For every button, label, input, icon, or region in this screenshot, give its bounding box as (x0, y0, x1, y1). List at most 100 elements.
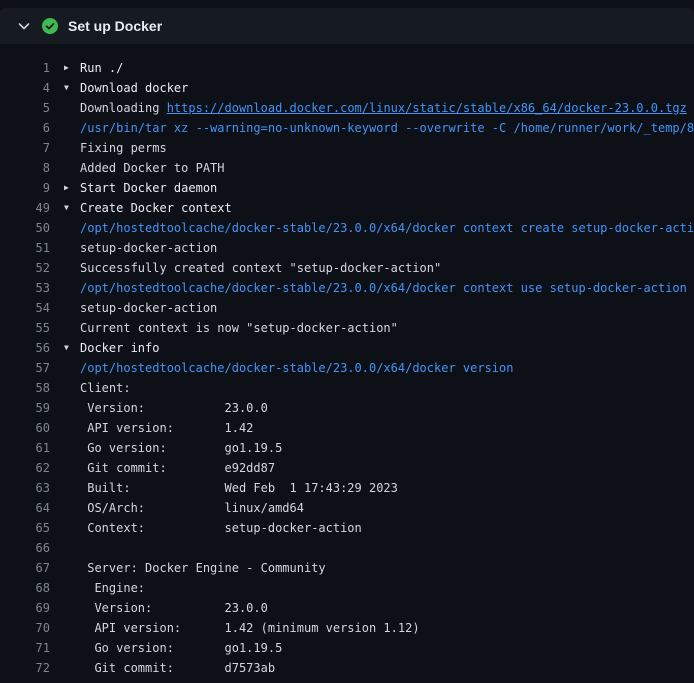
line-number[interactable]: 66 (0, 538, 50, 558)
log-plain-text: Create Docker context (80, 201, 232, 215)
log-text (80, 538, 694, 558)
log-line: 50/opt/hostedtoolcache/docker-stable/23.… (0, 218, 694, 238)
log-line: 55Current context is now "setup-docker-a… (0, 318, 694, 338)
log-plain-text: Go version: go1.19.5 (80, 641, 282, 655)
log-line: 53/opt/hostedtoolcache/docker-stable/23.… (0, 278, 694, 298)
arrow-slot (64, 118, 80, 138)
step-header[interactable]: Set up Docker (0, 8, 694, 44)
arrow-slot (64, 238, 80, 258)
log-text: setup-docker-action (80, 298, 694, 318)
log-line: 65 Context: setup-docker-action (0, 518, 694, 538)
log-plain-text: Added Docker to PATH (80, 161, 225, 175)
expand-arrow-icon[interactable]: ▶ (64, 178, 80, 198)
line-number[interactable]: 59 (0, 398, 50, 418)
log-text: Version: 23.0.0 (80, 598, 694, 618)
log-text: Git commit: e92dd87 (80, 458, 694, 478)
line-number[interactable]: 55 (0, 318, 50, 338)
log-plain-text: Client: (80, 381, 131, 395)
log-plain-text: Built: Wed Feb 1 17:43:29 2023 (80, 481, 398, 495)
line-number[interactable]: 61 (0, 438, 50, 458)
arrow-slot (64, 638, 80, 658)
line-number[interactable]: 62 (0, 458, 50, 478)
log-line: 63 Built: Wed Feb 1 17:43:29 2023 (0, 478, 694, 498)
log-line: 60 API version: 1.42 (0, 418, 694, 438)
log-line: 1▶Run ./ (0, 58, 694, 78)
arrow-slot (64, 158, 80, 178)
actions-log-panel: Set up Docker 1▶Run ./4▼Download docker5… (0, 0, 694, 683)
log-line: 8 Added Docker to PATH (0, 158, 694, 178)
arrow-slot (64, 258, 80, 278)
arrow-slot (64, 598, 80, 618)
log-viewer[interactable]: 1▶Run ./4▼Download docker5Downloading ht… (0, 44, 694, 678)
log-line: 70 API version: 1.42 (minimum version 1.… (0, 618, 694, 638)
line-number[interactable]: 72 (0, 658, 50, 678)
log-line: 49 ▼Create Docker context (0, 198, 694, 218)
log-line: 56 ▼Docker info (0, 338, 694, 358)
line-number[interactable]: 57 (0, 358, 50, 378)
log-link[interactable]: https://download.docker.com/linux/static… (167, 101, 687, 115)
line-number[interactable]: 7 (0, 138, 50, 158)
line-number[interactable]: 6 (0, 118, 50, 138)
line-number[interactable]: 60 (0, 418, 50, 438)
line-number[interactable]: 69 (0, 598, 50, 618)
log-text: Engine: (80, 578, 694, 598)
log-line: 62 Git commit: e92dd87 (0, 458, 694, 478)
arrow-slot (64, 298, 80, 318)
log-line: 64 OS/Arch: linux/amd64 (0, 498, 694, 518)
log-command-text: /usr/bin/tar xz --warning=no-unknown-key… (80, 121, 694, 135)
log-plain-text: Go version: go1.19.5 (80, 441, 282, 455)
line-number[interactable]: 65 (0, 518, 50, 538)
log-line: 6/usr/bin/tar xz --warning=no-unknown-ke… (0, 118, 694, 138)
arrow-slot (64, 538, 80, 558)
line-number[interactable]: 54 (0, 298, 50, 318)
line-number[interactable]: 52 (0, 258, 50, 278)
log-line: 72 Git commit: d7573ab (0, 658, 694, 678)
collapse-arrow-icon[interactable]: ▼ (64, 338, 80, 358)
line-number[interactable]: 71 (0, 638, 50, 658)
log-text: Docker info (80, 338, 694, 358)
log-plain-text: Download docker (80, 81, 188, 95)
log-plain-text: API version: 1.42 (80, 421, 253, 435)
collapse-arrow-icon[interactable]: ▼ (64, 198, 80, 218)
line-number[interactable]: 67 (0, 558, 50, 578)
log-text: Successfully created context "setup-dock… (80, 258, 694, 278)
line-number[interactable]: 68 (0, 578, 50, 598)
line-number[interactable]: 49 (0, 198, 50, 218)
arrow-slot (64, 458, 80, 478)
log-text: API version: 1.42 (80, 418, 694, 438)
line-number[interactable]: 58 (0, 378, 50, 398)
line-number[interactable]: 64 (0, 498, 50, 518)
line-number[interactable]: 53 (0, 278, 50, 298)
log-plain-text: API version: 1.42 (minimum version 1.12) (80, 621, 420, 635)
log-line: 61 Go version: go1.19.5 (0, 438, 694, 458)
line-number[interactable]: 70 (0, 618, 50, 638)
collapse-arrow-icon[interactable]: ▼ (64, 78, 80, 98)
log-text: /opt/hostedtoolcache/docker-stable/23.0.… (80, 358, 694, 378)
line-number[interactable]: 56 (0, 338, 50, 358)
arrow-slot (64, 498, 80, 518)
line-number[interactable]: 63 (0, 478, 50, 498)
log-text: setup-docker-action (80, 238, 694, 258)
line-number[interactable]: 50 (0, 218, 50, 238)
chevron-down-icon[interactable] (16, 18, 32, 34)
expand-arrow-icon[interactable]: ▶ (64, 58, 80, 78)
line-number[interactable]: 9 (0, 178, 50, 198)
line-number[interactable]: 8 (0, 158, 50, 178)
log-plain-text: Server: Docker Engine - Community (80, 561, 326, 575)
line-number[interactable]: 5 (0, 98, 50, 118)
log-lines: 1▶Run ./4▼Download docker5Downloading ht… (0, 58, 694, 678)
log-text: Added Docker to PATH (80, 158, 694, 178)
arrow-slot (64, 138, 80, 158)
log-line: 52 Successfully created context "setup-do… (0, 258, 694, 278)
line-number[interactable]: 1 (0, 58, 50, 78)
log-command-text: /opt/hostedtoolcache/docker-stable/23.0.… (80, 281, 687, 295)
arrow-slot (64, 98, 80, 118)
success-check-icon (42, 18, 58, 34)
line-number[interactable]: 4 (0, 78, 50, 98)
line-number[interactable]: 51 (0, 238, 50, 258)
log-line: 4 ▼Download docker (0, 78, 694, 98)
log-line: 7Fixing perms (0, 138, 694, 158)
log-text: API version: 1.42 (minimum version 1.12) (80, 618, 694, 638)
log-plain-text: Engine: (80, 581, 145, 595)
log-text: Server: Docker Engine - Community (80, 558, 694, 578)
